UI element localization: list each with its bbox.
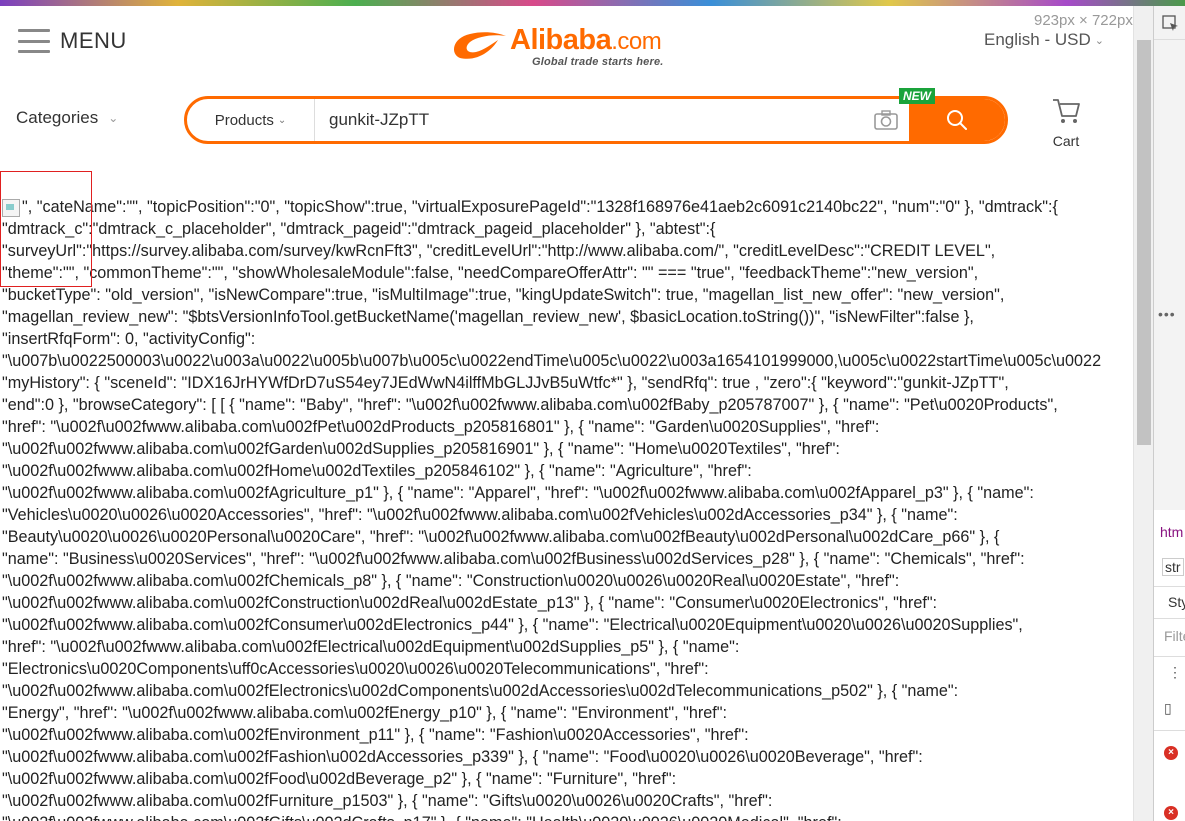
cart-icon [1053,99,1080,123]
camera-icon [874,110,898,130]
site-header: MENU Alibaba.com Global trade starts her… [0,6,1133,166]
dump-text-line: "\u002f\u002fwww.alibaba.com\u002fConstr… [2,594,938,612]
dump-text-line: "\u002f\u002fwww.alibaba.com\u002fHome\u… [2,462,752,480]
dump-text-line: "insertRfqForm": 0, "activityConfig": [2,330,256,348]
dump-text-line: "dmtrack_c":"dmtrack_c_placeholder", "dm… [2,220,716,238]
search-type-select[interactable]: Products ⌄ [187,99,315,141]
page-viewport: MENU Alibaba.com Global trade starts her… [0,6,1133,821]
chevron-down-icon: ⌄ [1094,34,1104,47]
viewport-size-badge: 923px × 722px [1030,10,1137,31]
dump-text-line: "\u002f\u002fwww.alibaba.com\u002fFurnit… [2,792,773,810]
broken-image-icon [2,198,20,217]
menu-label: MENU [60,28,127,53]
language-currency-label: English - USD [984,30,1091,49]
menu-button[interactable]: MENU [18,28,127,54]
logo-wordmark: Alibaba.com [510,24,662,56]
categories-dropdown[interactable]: Categories ⌄ [16,108,118,128]
dump-text-line: "\u002f\u002fwww.alibaba.com\u002fFood\u… [2,770,677,788]
error-icon: × [1164,746,1178,760]
divider [1154,730,1185,731]
dump-text-line: ", "cateName":"", "topicPosition":"0", "… [2,196,1133,218]
error-icon: × [1164,806,1178,820]
dom-tag-text[interactable]: htm [1160,524,1183,540]
more-vertical-icon[interactable]: ⋮ [1168,664,1182,681]
divider [1154,656,1185,657]
categories-label: Categories [16,108,99,127]
cart-label: Cart [1052,133,1080,149]
new-badge: NEW [899,88,935,104]
dump-text-line: "href": "\u002f\u002fwww.alibaba.com\u00… [2,638,740,656]
dump-text-line: "magellan_review_new": "$btsVersionInfoT… [2,308,974,326]
logo-tagline: Global trade starts here. [532,56,664,68]
dump-text-line: "\u002f\u002fwww.alibaba.com\u002fEnviro… [2,726,749,744]
chevron-down-icon: ⌄ [108,111,119,125]
devtools-panel: ••• htm str Sty Filte ⋮ ▯ × × [1153,6,1185,821]
dump-text-line: "\u002f\u002fwww.alibaba.com\u002fElectr… [2,682,959,700]
search-icon [947,110,967,130]
dump-text-line: "surveyUrl":"https://survey.alibaba.com/… [2,242,996,260]
image-search-button[interactable] [863,99,909,141]
alibaba-logo-mark-icon [454,32,506,59]
alibaba-logo[interactable]: Alibaba.com Global trade starts here. [448,24,688,70]
devtools-breadcrumb[interactable]: str [1162,558,1184,576]
tab-styles[interactable]: Sty [1168,594,1185,610]
dump-text-line: "\u002f\u002fwww.alibaba.com\u002fAgricu… [2,484,1034,502]
dump-text-line: "bucketType": "old_version", "isNewCompa… [2,286,1005,304]
inspect-cursor-icon[interactable] [1162,15,1180,33]
styles-filter-input[interactable]: Filte [1164,628,1185,644]
dump-text-line: "myHistory": { "sceneId": "IDX16JrHYWfDr… [2,374,1009,392]
dump-text-line: "end":0 }, "browseCategory": [ [ { "name… [2,396,1058,414]
dump-text-line: "\u002f\u002fwww.alibaba.com\u002fGifts\… [2,812,1133,821]
dump-text-line: "\u002f\u002fwww.alibaba.com\u002fGarden… [2,440,840,458]
devtools-toolbar [1154,6,1185,40]
dump-text-line: "name": "Business\u0020Services", "href"… [2,550,1025,568]
search-bar: Products ⌄ [184,96,1008,144]
devtools-elements-area: ••• [1154,40,1185,510]
dump-text-line: "Beauty\u0020\u0026\u0020Personal\u0020C… [2,528,1000,546]
dump-text-line: "\u002f\u002fwww.alibaba.com\u002fFashio… [2,748,923,766]
more-options-icon[interactable]: ••• [1158,306,1176,322]
dump-text-line: "Electronics\u0020Components\uff0cAccess… [2,660,709,678]
raw-json-text-dump: ", "cateName":"", "topicPosition":"0", "… [2,196,1133,821]
search-type-label: Products [214,111,274,129]
scrollbar-thumb[interactable] [1137,40,1151,445]
divider [1154,618,1185,619]
dump-text-line: "Energy", "href": "\u002f\u002fwww.aliba… [2,704,727,722]
panel-toggle-icon[interactable]: ▯ [1164,700,1172,717]
cart-button[interactable]: Cart [1046,96,1086,149]
dump-text-line: "href": "\u002f\u002fwww.alibaba.com\u00… [2,418,880,436]
page-scrollbar[interactable] [1133,6,1153,821]
search-button[interactable] [909,99,1005,141]
dump-text-line: "\u002f\u002fwww.alibaba.com\u002fConsum… [2,616,1023,634]
dump-text-line: "\u007b\u0022500003\u0022\u003a\u0022\u0… [2,352,1102,370]
dump-text-line: "Vehicles\u0020\u0026\u0020Accessories",… [2,506,958,524]
dump-text-line: "\u002f\u002fwww.alibaba.com\u002fChemic… [2,572,900,590]
hamburger-icon [18,29,50,53]
dump-text-line: "theme":"", "commonTheme":"", "showWhole… [2,264,979,282]
search-input[interactable] [315,99,863,141]
divider [1154,586,1185,587]
language-currency-selector[interactable]: English - USD ⌄ [984,30,1104,50]
chevron-down-icon: ⌄ [277,114,287,126]
